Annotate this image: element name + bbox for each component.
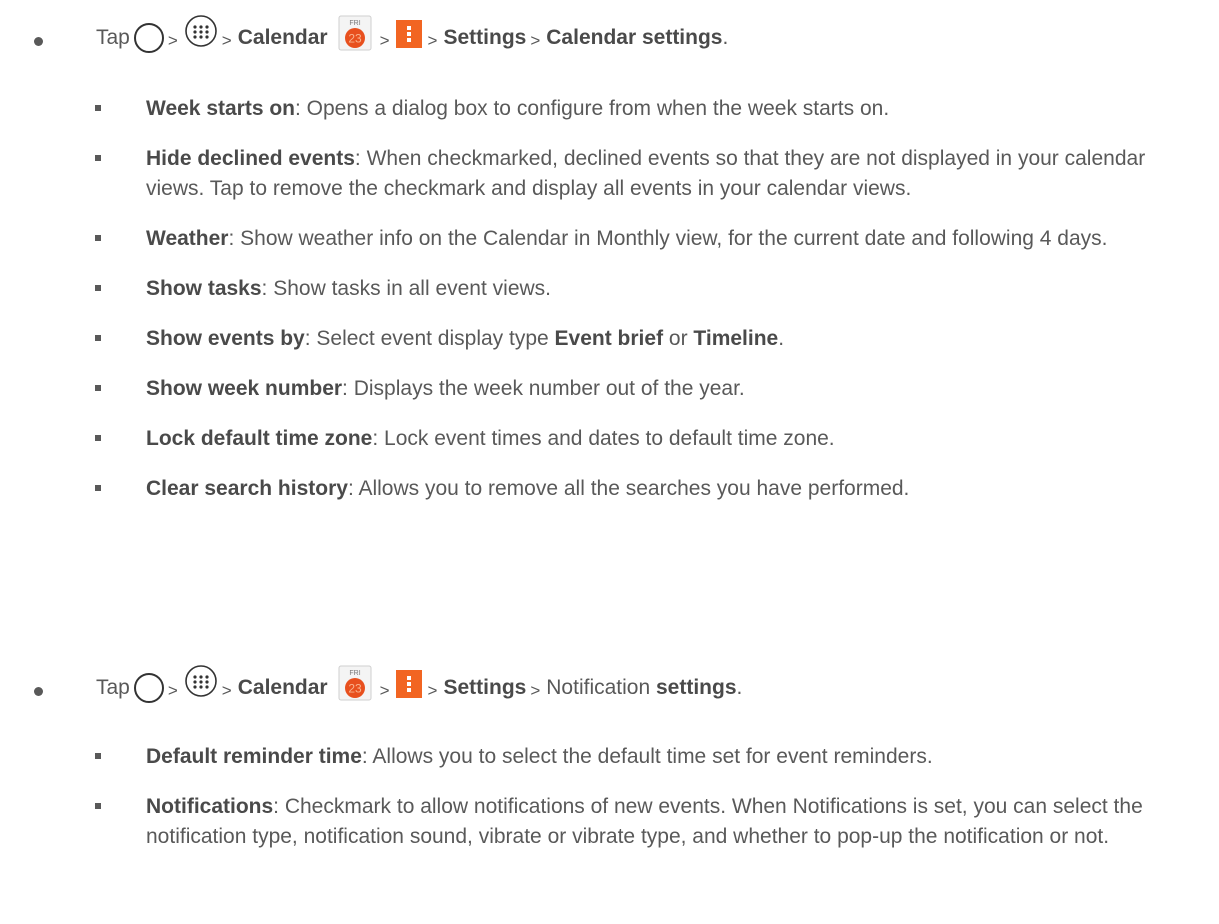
item-term: Show tasks: [146, 277, 262, 300]
more-options-icon: [395, 20, 422, 48]
step-instruction: Tap > > Calendar FRI 23 >: [96, 658, 742, 718]
separator: >: [379, 31, 390, 50]
item-term: Show week number: [146, 377, 343, 400]
item-desc: or: [663, 327, 694, 350]
settings-label: Settings: [443, 26, 527, 49]
item-term: Show events by: [146, 327, 305, 350]
separator: >: [530, 681, 541, 700]
calendar-day-text: FRI: [349, 20, 360, 27]
square-bullet: [95, 235, 101, 241]
document-page: Tap > > Calendar FRI 23 > > Settings > C…: [0, 0, 1219, 924]
list-item: Hide declined events: When checkmarked, …: [0, 144, 1219, 204]
item-desc: : Show weather info on the Calendar in M…: [228, 227, 1108, 250]
item-term: Lock default time zone: [146, 427, 373, 450]
calendar-label: Calendar: [237, 676, 328, 699]
round-bullet: [34, 687, 43, 696]
item-desc: : Lock event times and dates to default …: [372, 427, 835, 450]
item-term: Weather: [146, 227, 229, 250]
event-brief-option: Event brief: [554, 327, 664, 350]
apps-grid-icon: [184, 15, 217, 47]
period: .: [722, 26, 729, 49]
round-bullet: [34, 37, 43, 46]
notification-settings-list: Default reminder time: Allows you to sel…: [0, 742, 1219, 852]
separator: >: [427, 31, 438, 50]
step-instruction: Tap > > Calendar FRI 23 >: [96, 8, 728, 68]
calendar-settings-label: Calendar settings: [546, 26, 723, 49]
step-calendar-settings: Tap > > Calendar FRI 23 > > Settings > C…: [0, 8, 1219, 68]
list-item: Show week number: Displays the week numb…: [0, 374, 1219, 404]
separator: >: [379, 681, 390, 700]
home-circle-icon: [133, 673, 164, 703]
tap-text: Tap: [96, 26, 130, 49]
more-options-icon: [395, 670, 422, 698]
calendar-label: Calendar: [237, 26, 328, 49]
square-bullet: [95, 485, 101, 491]
item-desc: : Show tasks in all event views.: [261, 277, 552, 300]
item-desc: : Checkmark to allow notifications of ne…: [146, 795, 1143, 848]
square-bullet: [95, 285, 101, 291]
list-item: Show tasks: Show tasks in all event view…: [0, 274, 1219, 304]
item-desc: : Allows you to remove all the searches …: [347, 477, 910, 500]
square-bullet: [95, 435, 101, 441]
calendar-app-icon: FRI 23: [338, 15, 372, 51]
item-term: Hide declined events: [146, 147, 355, 170]
square-bullet: [95, 753, 101, 759]
list-item: Notifications: Checkmark to allow notifi…: [0, 792, 1219, 852]
square-bullet: [95, 385, 101, 391]
apps-grid-icon: [184, 665, 217, 697]
separator: >: [167, 681, 178, 700]
item-term: Default reminder time: [146, 745, 362, 768]
list-item: Lock default time zone: Lock event times…: [0, 424, 1219, 454]
timeline-option: Timeline: [693, 327, 779, 350]
tap-text: Tap: [96, 676, 130, 699]
step-notification-settings: Tap > > Calendar FRI 23 > > Settings > N…: [0, 658, 1219, 718]
notification-text: Notification: [546, 676, 651, 699]
settings-label: Settings: [443, 676, 527, 699]
calendar-app-icon: FRI 23: [338, 665, 372, 701]
calendar-day-text: FRI: [349, 670, 360, 677]
list-item: Weather: Show weather info on the Calend…: [0, 224, 1219, 254]
separator: >: [530, 31, 541, 50]
period: .: [736, 676, 743, 699]
list-item: Show events by: Select event display typ…: [0, 324, 1219, 354]
square-bullet: [95, 803, 101, 809]
calendar-settings-list: Week starts on: Opens a dialog box to co…: [0, 94, 1219, 504]
square-bullet: [95, 105, 101, 111]
item-desc: : Select event display type: [304, 327, 555, 350]
item-term: Week starts on: [146, 97, 295, 120]
list-item: Default reminder time: Allows you to sel…: [0, 742, 1219, 772]
home-circle-icon: [133, 23, 164, 53]
period: .: [778, 327, 785, 350]
list-item: Clear search history: Allows you to remo…: [0, 474, 1219, 504]
list-item: Week starts on: Opens a dialog box to co…: [0, 94, 1219, 124]
separator: >: [167, 31, 178, 50]
separator: >: [221, 681, 232, 700]
item-desc: : Opens a dialog box to configure from w…: [295, 97, 890, 120]
separator: >: [427, 681, 438, 700]
item-desc: : Displays the week number out of the ye…: [342, 377, 745, 400]
item-term: Notifications: [146, 795, 274, 818]
item-desc: : Allows you to select the default time …: [361, 745, 933, 768]
notification-settings-label: settings: [656, 676, 737, 699]
square-bullet: [95, 155, 101, 161]
separator: >: [221, 31, 232, 50]
item-term: Clear search history: [146, 477, 348, 500]
square-bullet: [95, 335, 101, 341]
calendar-date-text: 23: [348, 682, 362, 696]
calendar-date-text: 23: [348, 32, 362, 46]
